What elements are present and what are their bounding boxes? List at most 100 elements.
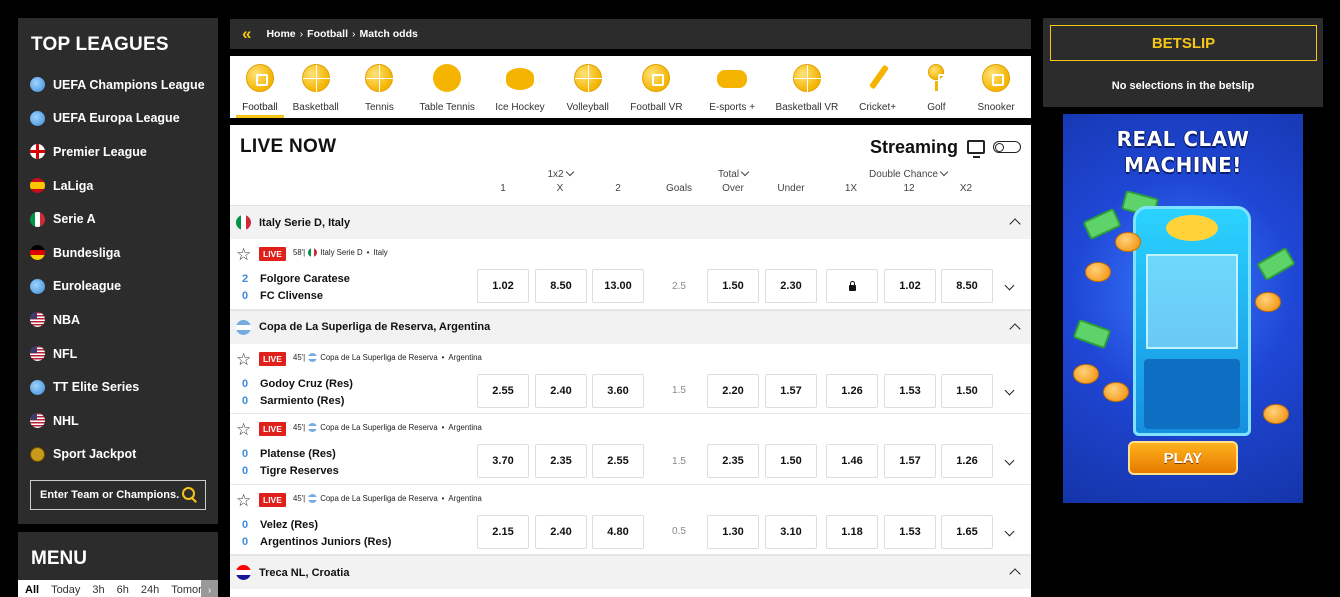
odds-button-1x[interactable]: 1.46 (826, 444, 878, 478)
chevron-up-icon[interactable] (1009, 322, 1021, 335)
search-icon[interactable] (179, 484, 201, 506)
breadcrumb-sport[interactable]: Football (307, 28, 348, 40)
odds-button-over[interactable]: 1.30 (707, 514, 759, 549)
filter-scroll-right-icon[interactable]: › (201, 580, 218, 597)
odds-button-12[interactable]: 1.57 (884, 444, 936, 478)
top-league-item[interactable]: UEFA Champions League (18, 68, 218, 102)
market-total-selector[interactable]: Total (705, 167, 761, 180)
time-filter-3[interactable]: 6h (117, 584, 129, 596)
sport-tab-volleyball[interactable]: Volleyball (557, 56, 619, 118)
chevron-down-icon[interactable] (1004, 526, 1015, 536)
odds-button-over[interactable]: 1.50 (707, 269, 759, 303)
top-league-item[interactable]: TT Elite Series (18, 370, 218, 404)
odds-button-1[interactable]: 2.15 (477, 514, 529, 549)
odds-button-2[interactable]: 2.55 (592, 444, 644, 478)
league-group-header[interactable]: Treca NL, Croatia (230, 555, 1031, 589)
league-group-header[interactable]: Italy Serie D, Italy (230, 205, 1031, 239)
time-filter-0[interactable]: All (25, 584, 39, 596)
odds-button-2[interactable]: 3.60 (592, 373, 644, 408)
top-leagues-title: TOP LEAGUES (31, 34, 169, 55)
time-filter-4[interactable]: 24h (141, 584, 159, 596)
sport-tab-table-tennis[interactable]: Table Tennis (411, 56, 483, 118)
odds-button-1[interactable]: 2.55 (477, 373, 529, 408)
sport-tab-golf[interactable]: Golf (911, 56, 961, 118)
sport-tab-football-vr[interactable]: Football VR (619, 56, 695, 118)
sport-tab-e-sports[interactable]: E-sports + (694, 56, 770, 118)
odds-button-12[interactable]: 1.53 (884, 514, 936, 549)
sport-tab-football[interactable]: Football (236, 56, 284, 118)
away-team-name[interactable]: Argentinos Juniors (Res) (260, 536, 391, 548)
sport-tab-basketball[interactable]: Basketball (284, 56, 348, 118)
top-league-item[interactable]: Serie A (18, 202, 218, 236)
ad-play-button[interactable]: PLAY (1128, 441, 1238, 475)
favorite-star-icon[interactable]: ☆ (236, 492, 251, 509)
breadcrumb-home[interactable]: Home (266, 28, 295, 40)
odds-button-x[interactable]: 8.50 (535, 269, 587, 303)
sport-tab-snooker[interactable]: Snooker (961, 56, 1031, 118)
top-league-item[interactable]: NFL (18, 337, 218, 371)
home-team-name[interactable]: Folgore Caratese (260, 273, 350, 285)
top-league-item[interactable]: Euroleague (18, 270, 218, 304)
betslip-title[interactable]: BETSLIP (1050, 25, 1317, 61)
chevron-up-icon[interactable] (1009, 218, 1021, 230)
odds-button-1[interactable]: 1.02 (477, 269, 529, 303)
top-league-item[interactable]: Premier League (18, 135, 218, 169)
odds-button-x2[interactable]: 1.50 (941, 373, 993, 408)
time-filter-2[interactable]: 3h (92, 584, 104, 596)
streaming-toggle[interactable] (993, 141, 1021, 153)
odds-button-1x[interactable]: 1.26 (826, 373, 878, 408)
odds-button-1[interactable]: 3.70 (477, 444, 529, 478)
odds-button-12[interactable]: 1.02 (884, 269, 936, 303)
odds-button-12[interactable]: 1.53 (884, 373, 936, 408)
home-team-name[interactable]: Platense (Res) (260, 448, 336, 460)
odds-button-under[interactable]: 3.10 (765, 514, 817, 549)
sport-tab-cricket[interactable]: Cricket+ (844, 56, 912, 118)
favorite-star-icon[interactable]: ☆ (236, 351, 251, 368)
odds-button-x[interactable]: 2.40 (535, 514, 587, 549)
coin-illustration (1085, 262, 1111, 282)
sport-tab-tennis[interactable]: Tennis (348, 56, 412, 118)
top-league-item[interactable]: Sport Jackpot (18, 438, 218, 472)
odds-button-under[interactable]: 1.57 (765, 373, 817, 408)
odds-button-under[interactable]: 1.50 (765, 444, 817, 478)
market-column-header: 1x2 Total Double Chance 1 X 2 Goals Over… (230, 167, 1031, 205)
favorite-star-icon[interactable]: ☆ (236, 246, 251, 263)
away-team-name[interactable]: Tigre Reserves (260, 465, 339, 477)
odds-button-x2[interactable]: 1.26 (941, 444, 993, 478)
top-league-item[interactable]: NHL (18, 404, 218, 438)
away-team-name[interactable]: FC Clivense (260, 290, 323, 302)
odds-button-over[interactable]: 2.35 (707, 444, 759, 478)
odds-button-x2[interactable]: 1.65 (941, 514, 993, 549)
time-filter-1[interactable]: Today (51, 584, 80, 596)
top-league-item[interactable]: UEFA Europa League (18, 102, 218, 136)
chevron-down-icon[interactable] (1004, 280, 1015, 291)
odds-button-2[interactable]: 13.00 (592, 269, 644, 303)
sport-tab-basketball-vr[interactable]: Basketball VR (770, 56, 844, 118)
chevron-down-icon[interactable] (1004, 385, 1015, 395)
odds-button-1x[interactable]: 1.18 (826, 514, 878, 549)
league-group-header[interactable]: Copa de La Superliga de Reserva, Argenti… (230, 309, 1031, 344)
market-1x2-selector[interactable]: 1x2 (532, 167, 588, 180)
odds-button-2[interactable]: 4.80 (592, 514, 644, 549)
odds-button-under[interactable]: 2.30 (765, 269, 817, 303)
top-league-item[interactable]: Bundesliga (18, 236, 218, 270)
info-separator: | (303, 423, 306, 432)
coin-illustration (1263, 404, 1289, 424)
chevron-up-icon[interactable] (1009, 568, 1021, 580)
odds-button-x[interactable]: 2.35 (535, 444, 587, 478)
top-league-item[interactable]: NBA (18, 303, 218, 337)
home-team-name[interactable]: Velez (Res) (260, 519, 318, 531)
team-search-input[interactable]: Enter Team or Champions... (30, 480, 206, 510)
market-double-chance-selector[interactable]: Double Chance (863, 167, 953, 180)
odds-button-x2[interactable]: 8.50 (941, 269, 993, 303)
odds-button-over[interactable]: 2.20 (707, 373, 759, 408)
chevron-down-icon[interactable] (1004, 455, 1015, 466)
sport-tab-ice-hockey[interactable]: Ice Hockey (483, 56, 557, 118)
claw-machine-ad-banner[interactable]: REAL CLAW MACHINE! PLAY (1063, 114, 1303, 503)
top-league-item[interactable]: LaLiga (18, 169, 218, 203)
favorite-star-icon[interactable]: ☆ (236, 421, 251, 438)
away-team-name[interactable]: Sarmiento (Res) (260, 395, 344, 407)
collapse-sidebar-icon[interactable]: « (242, 24, 252, 44)
home-team-name[interactable]: Godoy Cruz (Res) (260, 378, 353, 390)
odds-button-x[interactable]: 2.40 (535, 373, 587, 408)
